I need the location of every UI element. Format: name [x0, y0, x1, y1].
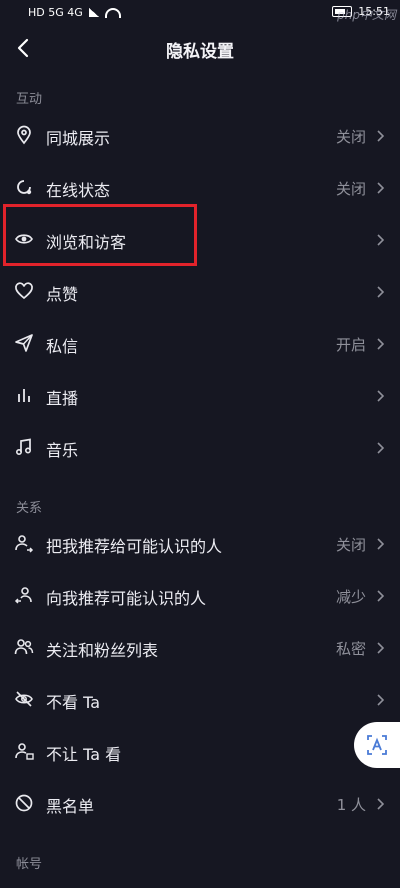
row-value: 1 人 [336, 796, 366, 814]
live-bars-icon [18, 389, 30, 402]
row-not-see[interactable]: 不看 Ta [0, 674, 400, 726]
chevron-right-icon [377, 338, 384, 350]
row-message[interactable]: 私信 开启 [0, 318, 400, 370]
eye-off-icon [15, 691, 33, 707]
section-label-interaction: 互动 [16, 92, 43, 107]
chevron-right-icon [377, 694, 384, 706]
section-label-relations: 关系 [16, 501, 43, 516]
row-value: 关闭 [335, 180, 366, 198]
online-status-icon [17, 180, 32, 195]
row-city-display[interactable]: 同城展示 关闭 [0, 110, 400, 162]
row-value: 关闭 [335, 128, 366, 146]
user-incoming-icon [14, 587, 32, 604]
row-label: 向我推荐可能认识的人 [46, 589, 207, 608]
row-value: 私密 [335, 640, 366, 658]
row-label: 音乐 [46, 441, 79, 460]
row-value: 开启 [335, 336, 366, 354]
page-title: 隐私设置 [166, 42, 234, 62]
chevron-right-icon [377, 182, 384, 194]
status-left: HD 5G 4G [28, 6, 121, 19]
music-note-icon [15, 438, 32, 456]
row-label: 不看 Ta [46, 693, 101, 712]
row-label: 关注和粉丝列表 [46, 641, 159, 660]
row-not-let-see[interactable]: 不让 Ta 看 [0, 726, 400, 778]
user-lock-icon [15, 743, 34, 760]
highlight-box [3, 204, 197, 266]
row-label: 不让 Ta 看 [46, 745, 122, 764]
chevron-right-icon [377, 286, 384, 298]
row-music[interactable]: 音乐 [0, 422, 400, 474]
watermark: php中文网 [337, 8, 396, 22]
row-label: 在线状态 [46, 181, 111, 200]
chevron-right-icon [377, 590, 384, 602]
chevron-right-icon [377, 130, 384, 142]
row-label: 直播 [46, 389, 79, 408]
chevron-right-icon [377, 442, 384, 454]
header: 隐私设置 [0, 26, 400, 70]
chevron-right-icon [377, 390, 384, 402]
block-icon [15, 794, 33, 812]
send-icon [15, 334, 33, 352]
status-bar: HD 5G 4G 15:51 php中文网 [0, 0, 400, 26]
row-value: 关闭 [335, 536, 366, 554]
user-share-icon [15, 535, 34, 553]
signal-icon [88, 8, 99, 17]
chevron-right-icon [377, 538, 384, 550]
row-label: 把我推荐给可能认识的人 [46, 537, 223, 556]
row-label: 同城展示 [46, 129, 111, 148]
row-value: 减少 [335, 588, 366, 606]
location-pin-icon [17, 125, 31, 145]
row-recommend-to-me[interactable]: 向我推荐可能认识的人 减少 [0, 570, 400, 622]
row-blacklist[interactable]: 黑名单 1 人 [0, 778, 400, 830]
network-indicator: HD 5G 4G [28, 6, 83, 19]
row-label: 点赞 [46, 285, 79, 304]
floating-accessibility-button[interactable] [354, 722, 400, 768]
row-follow-list[interactable]: 关注和粉丝列表 私密 [0, 622, 400, 674]
wifi-icon [104, 7, 121, 18]
users-icon [14, 639, 34, 655]
row-recommend-me[interactable]: 把我推荐给可能认识的人 关闭 [0, 518, 400, 570]
section-label-account: 帐号 [16, 857, 43, 872]
row-live[interactable]: 直播 [0, 370, 400, 422]
chevron-right-icon [377, 798, 384, 810]
chevron-right-icon [377, 642, 384, 654]
chevron-right-icon [377, 234, 384, 246]
row-like[interactable]: 点赞 [0, 266, 400, 318]
heart-icon [15, 282, 33, 300]
row-label: 私信 [46, 337, 79, 356]
row-label: 黑名单 [46, 797, 95, 816]
text-recognition-icon [367, 735, 387, 755]
